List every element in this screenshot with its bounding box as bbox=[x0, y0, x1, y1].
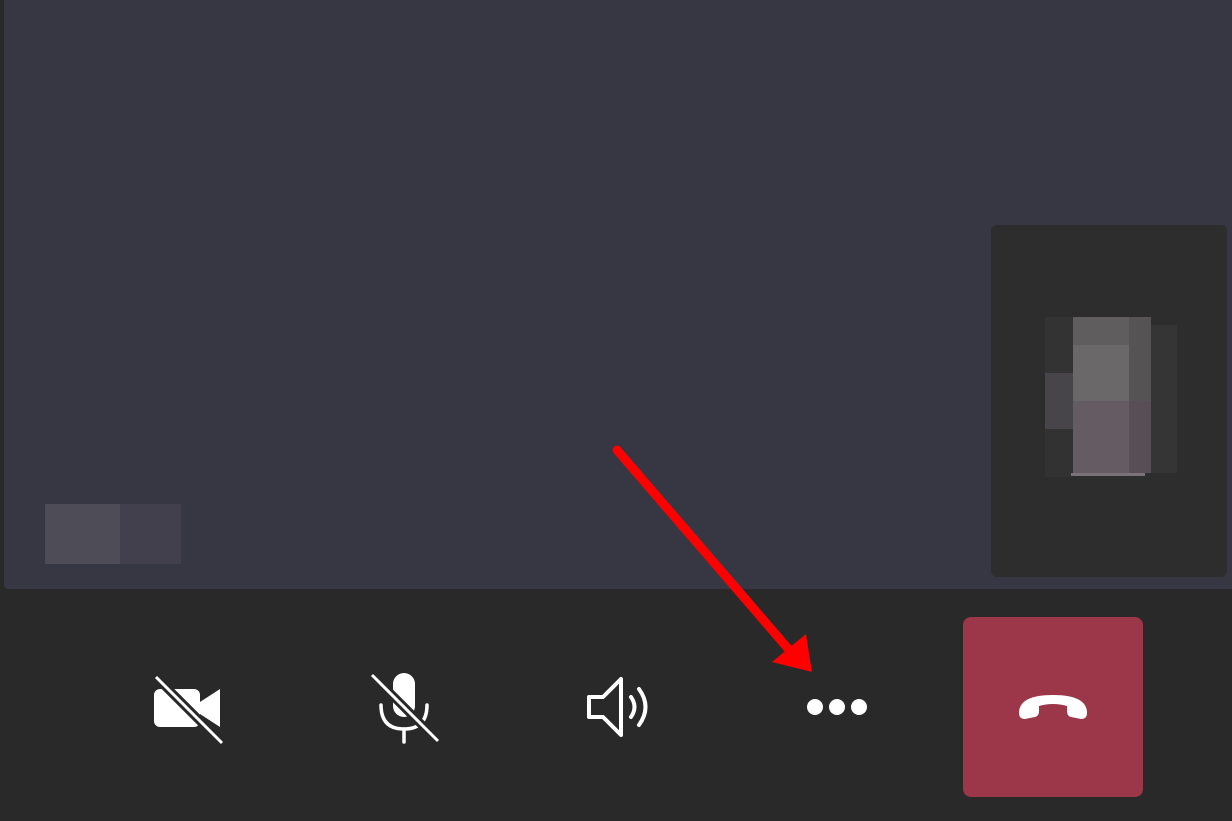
redaction-block bbox=[120, 504, 181, 564]
call-control-bar bbox=[0, 590, 1232, 821]
hang-up-icon bbox=[1019, 695, 1087, 719]
camera-off-icon bbox=[152, 673, 226, 747]
camera-toggle-button[interactable] bbox=[98, 617, 278, 797]
mic-off-icon bbox=[368, 671, 442, 745]
speaker-icon bbox=[587, 677, 648, 737]
more-options-button[interactable] bbox=[747, 617, 927, 797]
self-view-tile[interactable] bbox=[991, 225, 1227, 577]
microphone-toggle-button[interactable] bbox=[314, 617, 494, 797]
speaker-toggle-button[interactable] bbox=[531, 617, 711, 797]
participant-name-tag-redacted bbox=[45, 504, 181, 564]
more-options-icon bbox=[807, 699, 867, 715]
self-view-pixelated-avatar bbox=[1045, 317, 1181, 477]
redaction-block bbox=[45, 504, 120, 564]
video-call-window bbox=[0, 0, 1232, 821]
hang-up-button[interactable] bbox=[963, 617, 1143, 797]
